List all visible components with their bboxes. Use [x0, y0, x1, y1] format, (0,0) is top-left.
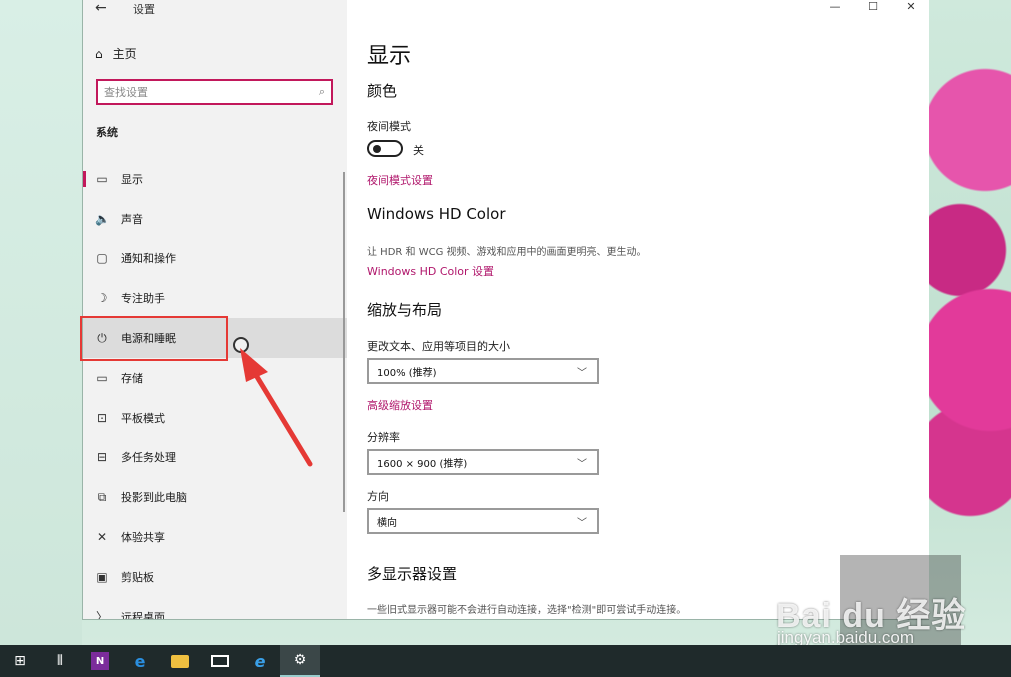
search-input[interactable] — [104, 85, 313, 99]
project-icon: ⧉ — [97, 489, 107, 504]
sidebar-item-focus-assist[interactable]: ☽ 专注助手 — [83, 278, 347, 318]
night-mode-toggle[interactable] — [367, 140, 403, 157]
sidebar-item-tablet-mode[interactable]: ⊡ 平板模式 — [83, 398, 347, 438]
sidebar-item-multitasking[interactable]: ⊟ 多任务处理 — [83, 438, 347, 478]
multitask-icon: ⊟ — [96, 450, 108, 465]
resolution-value: 1600 × 900 (推荐) — [377, 458, 468, 470]
sidebar-item-storage[interactable]: ▭ 存储 — [83, 358, 347, 398]
close-button[interactable]: ✕ — [892, 0, 929, 16]
hd-color-settings-link[interactable]: Windows HD Color 设置 — [367, 263, 494, 279]
sidebar-scrollbar[interactable] — [343, 172, 345, 512]
orientation-value: 横向 — [377, 517, 397, 529]
monitor-icon: ▭ — [96, 171, 108, 186]
sidebar-item-project[interactable]: ⧉ 投影到此电脑 — [83, 477, 347, 517]
scale-value: 100% (推荐) — [377, 367, 437, 379]
gear-icon: ⚙ — [293, 652, 307, 668]
sidebar-item-sound[interactable]: 🔈 声音 — [83, 199, 347, 239]
resolution-label: 分辨率 — [367, 431, 400, 444]
edge-taskbar-button[interactable]: e — [120, 645, 160, 677]
back-button[interactable]: ← — [95, 0, 107, 16]
sidebar-item-label: 存储 — [121, 371, 143, 385]
sidebar-item-label: 多任务处理 — [121, 451, 176, 465]
sidebar-item-notifications[interactable]: ▢ 通知和操作 — [83, 239, 347, 279]
sidebar-item-power-sleep[interactable]: ⏻ 电源和睡眠 — [83, 318, 347, 358]
color-heading: 颜色 — [367, 82, 398, 100]
onenote-icon: N — [91, 652, 109, 670]
scale-layout-heading: 缩放与布局 — [367, 301, 443, 319]
sidebar-item-label: 剪贴板 — [121, 570, 154, 584]
minimize-button[interactable]: — — [816, 0, 854, 16]
sidebar-item-label: 平板模式 — [121, 411, 165, 425]
chevron-down-icon: ﹀ — [577, 367, 587, 379]
sidebar-item-label: 投影到此电脑 — [121, 491, 187, 505]
nav-list: ▭ 显示 🔈 声音 ▢ 通知和操作 ☽ 专注助手 ⏻ 电源和睡眠 ▭ 存储 ⊡ … — [83, 159, 347, 620]
nav-home[interactable]: ⌂ 主页 — [95, 45, 137, 62]
cursor-icon — [233, 337, 249, 353]
scale-label: 更改文本、应用等项目的大小 — [367, 340, 510, 353]
tablet-icon: ⊡ — [96, 410, 108, 425]
orientation-dropdown[interactable]: 横向 ﹀ — [367, 508, 599, 534]
scale-dropdown[interactable]: 100% (推荐) ﹀ — [367, 358, 599, 384]
sidebar-item-clipboard[interactable]: ▣ 剪贴板 — [83, 557, 347, 597]
task-view-button[interactable]: ⫴ — [40, 645, 80, 677]
chevron-down-icon: ﹀ — [577, 517, 587, 529]
hd-color-heading: Windows HD Color — [367, 205, 506, 223]
drive-icon: ▭ — [96, 370, 108, 385]
remote-icon: 〉 — [95, 610, 108, 620]
hd-color-description: 让 HDR 和 WCG 视频、游戏和应用中的画面更明亮、更生动。 — [367, 247, 647, 258]
home-icon: ⌂ — [95, 46, 103, 61]
onenote-taskbar-button[interactable]: N — [80, 645, 120, 677]
moon-icon: ☽ — [96, 291, 108, 306]
sidebar-item-shared-experiences[interactable]: ✕ 体验共享 — [83, 517, 347, 557]
orientation-label: 方向 — [367, 490, 389, 503]
internet-explorer-icon: e — [254, 651, 266, 671]
ie-taskbar-button[interactable]: e — [240, 645, 280, 677]
sidebar-item-label: 声音 — [121, 212, 143, 226]
sidebar-item-label: 远程桌面 — [121, 610, 165, 620]
section-label: 系统 — [96, 126, 118, 139]
multi-display-description: 一些旧式显示器可能不会进行自动连接，选择"检测"即可尝试手动连接。 — [367, 605, 687, 616]
nav-home-label: 主页 — [112, 47, 137, 61]
sidebar-item-label: 电源和睡眠 — [121, 332, 176, 346]
chevron-down-icon: ﹀ — [577, 458, 587, 470]
sidebar: ← 设置 ⌂ 主页 ⌕ 系统 ▭ 显示 🔈 声音 ▢ 通知和操作 — [83, 0, 347, 620]
share-icon: ✕ — [96, 530, 108, 545]
multi-display-heading: 多显示器设置 — [367, 565, 458, 583]
window-controls: — ☐ ✕ — [816, 0, 929, 16]
sidebar-item-remote-desktop[interactable]: 〉 远程桌面 — [83, 597, 347, 620]
sidebar-item-label: 体验共享 — [121, 531, 165, 545]
windows-logo-icon: ⊞ — [14, 653, 26, 669]
file-explorer-taskbar-button[interactable] — [160, 645, 200, 677]
sidebar-item-label: 通知和操作 — [121, 252, 176, 266]
toggle-knob — [373, 145, 381, 153]
desktop-wallpaper-left — [0, 0, 82, 645]
message-icon: ▢ — [96, 251, 108, 266]
start-button[interactable]: ⊞ — [0, 645, 40, 677]
search-box[interactable]: ⌕ — [96, 79, 333, 105]
settings-window: ← 设置 ⌂ 主页 ⌕ 系统 ▭ 显示 🔈 声音 ▢ 通知和操作 — [82, 0, 929, 620]
taskbar: ⊞ ⫴ N e e ⚙ — [0, 645, 1011, 677]
edge-icon: e — [134, 651, 146, 671]
task-view-icon: ⫴ — [57, 653, 63, 669]
folder-icon — [171, 654, 189, 668]
window-title: 设置 — [133, 3, 155, 16]
clipboard-icon: ▣ — [96, 569, 108, 584]
night-mode-state: 关 — [413, 144, 424, 157]
mail-taskbar-button[interactable] — [200, 645, 240, 677]
power-icon: ⏻ — [97, 330, 107, 345]
maximize-button[interactable]: ☐ — [854, 0, 892, 16]
content-pane: — ☐ ✕ 显示 颜色 夜间模式 关 夜间模式设置 Windows HD Col… — [367, 0, 929, 619]
resolution-dropdown[interactable]: 1600 × 900 (推荐) ﹀ — [367, 449, 599, 475]
mail-icon — [211, 655, 229, 667]
speaker-icon: 🔈 — [95, 211, 110, 226]
page-title: 显示 — [367, 44, 412, 69]
sidebar-item-label: 专注助手 — [121, 292, 165, 306]
sidebar-item-display[interactable]: ▭ 显示 — [83, 159, 347, 199]
night-mode-label: 夜间模式 — [367, 120, 411, 133]
night-mode-settings-link[interactable]: 夜间模式设置 — [367, 172, 433, 188]
settings-taskbar-button[interactable]: ⚙ — [280, 645, 320, 677]
search-icon[interactable]: ⌕ — [313, 85, 331, 99]
sidebar-item-label: 显示 — [121, 172, 143, 186]
advanced-scale-link[interactable]: 高级缩放设置 — [367, 397, 433, 413]
